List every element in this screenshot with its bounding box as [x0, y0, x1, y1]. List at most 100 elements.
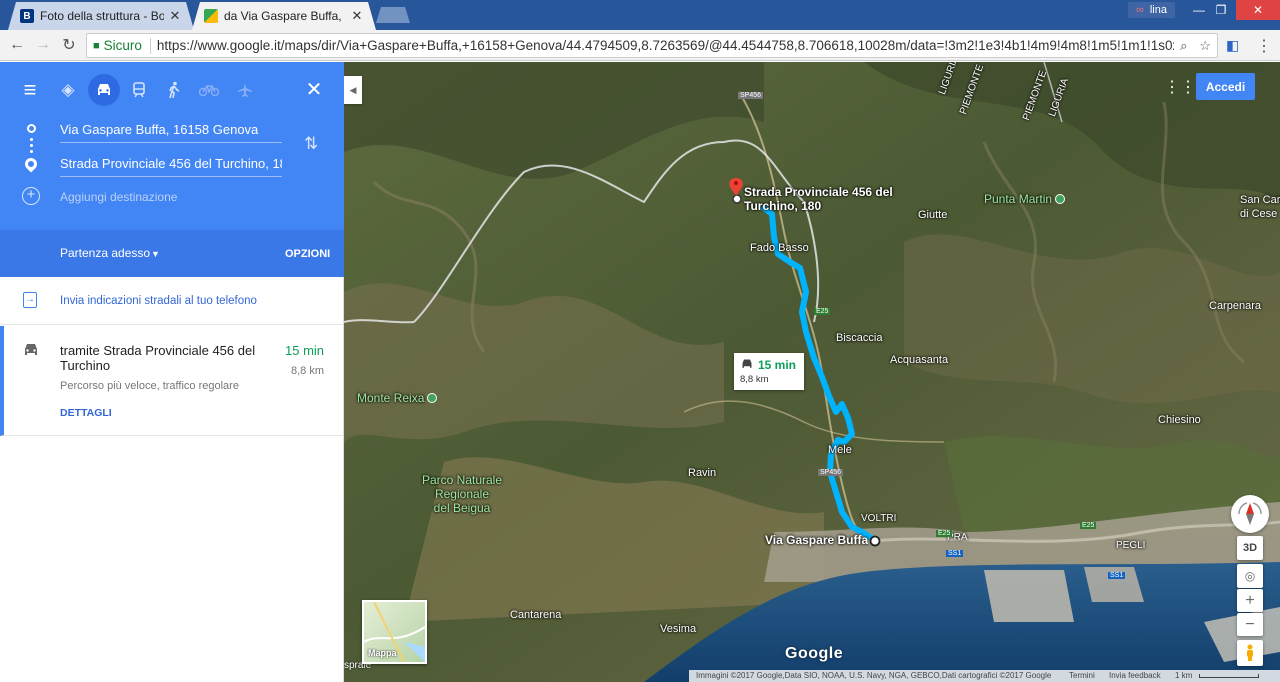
- my-location-icon[interactable]: ◎: [1237, 564, 1263, 588]
- driving-mode-icon[interactable]: [88, 74, 120, 106]
- terms-link[interactable]: Termini: [1069, 671, 1095, 680]
- zoom-in-button[interactable]: +: [1237, 589, 1263, 612]
- destination-input[interactable]: Strada Provinciale 456 del Turchino, 180: [60, 156, 282, 177]
- address-bar[interactable]: ■ Sicuro https://www.google.it/maps/dir/…: [86, 33, 1218, 58]
- reload-icon[interactable]: ↻: [58, 34, 80, 56]
- place-label: Fado Basso: [750, 242, 809, 254]
- origin-input[interactable]: Via Gaspare Buffa, 16158 Genova: [60, 122, 282, 143]
- eta-time: 15 min: [758, 358, 797, 372]
- departure-bar: Partenza adesso ▼ OPZIONI: [0, 230, 344, 277]
- place-label: Acquasanta: [890, 354, 949, 366]
- map-type-label: Mappa: [368, 648, 397, 658]
- place-label: PEGLI: [1116, 540, 1146, 551]
- train-icon: [133, 82, 145, 98]
- road-shield-ss1: SS1: [946, 550, 964, 557]
- transit-mode-icon[interactable]: [125, 76, 153, 104]
- scale-label[interactable]: 1 km: [1175, 671, 1192, 680]
- tab-title: Foto della struttura - Boo: [40, 9, 164, 23]
- plane-icon: [238, 83, 252, 97]
- place-label-parco: del Beigua: [433, 501, 491, 515]
- route-distance: 8,8 km: [291, 365, 325, 377]
- tab-maps[interactable]: da Via Gaspare Buffa, 16 ✕: [192, 2, 376, 30]
- extension-icon[interactable]: ◧: [1226, 37, 1242, 53]
- apps-grid-icon[interactable]: ⋮⋮: [1164, 80, 1196, 96]
- destination-map-label[interactable]: Strada Provinciale 456 del Turchino, 180: [744, 185, 904, 213]
- bookmark-star-icon[interactable]: ☆: [1199, 38, 1211, 54]
- route-duration: 15 min: [285, 343, 325, 358]
- compass-icon[interactable]: [1231, 495, 1269, 533]
- send-to-phone-link[interactable]: Invia indicazioni stradali al tuo telefo…: [60, 295, 257, 307]
- lock-icon: ■: [93, 39, 100, 52]
- place-label: VOLTRI: [861, 513, 897, 524]
- map-type-toggle[interactable]: Mappa: [362, 600, 427, 664]
- back-icon[interactable]: ←: [6, 34, 28, 56]
- car-icon: [22, 342, 40, 363]
- sign-in-button[interactable]: Accedi: [1196, 73, 1255, 100]
- chevron-down-icon[interactable]: ▼: [151, 249, 160, 259]
- road-shield-sp456: SP456: [818, 469, 844, 476]
- connector-dot: [30, 144, 33, 147]
- swap-icon[interactable]: ⇅: [304, 134, 318, 154]
- send-feedback-link[interactable]: Invia feedback: [1109, 671, 1161, 680]
- tab-booking[interactable]: B Foto della struttura - Boo ✕: [8, 2, 194, 30]
- route-via-label: tramite Strada Provinciale 456 del Turch…: [60, 343, 256, 373]
- tab-close-icon[interactable]: ✕: [350, 8, 364, 24]
- browser-toolbar: ← → ↻ ■ Sicuro https://www.google.it/map…: [0, 30, 1280, 61]
- map-footer: Immagini ©2017 Google,Data SIO, NOAA, U.…: [689, 670, 1280, 682]
- directions-header: ≡ ◈ ✕ Via Gaspare Buffa, 16158 Genova St…: [0, 62, 344, 230]
- place-label: Giutte: [918, 209, 948, 221]
- walking-mode-icon[interactable]: [160, 76, 188, 104]
- connector-dot: [30, 138, 33, 141]
- place-label: Carpenara: [1209, 300, 1261, 312]
- pegman-street-view-icon[interactable]: [1237, 640, 1263, 666]
- scale-bar: [1199, 674, 1259, 678]
- connector-dot: [30, 150, 33, 153]
- booking-favicon-icon: B: [20, 9, 34, 23]
- options-button[interactable]: OPZIONI: [285, 248, 330, 260]
- origin-map-label[interactable]: Via Gaspare Buffa: [765, 533, 868, 547]
- place-label: di Cese: [1240, 208, 1278, 220]
- url-text[interactable]: https://www.google.it/maps/dir/Via+Gaspa…: [157, 38, 1174, 53]
- place-label: San Carl: [1240, 194, 1280, 206]
- send-to-phone-row[interactable]: → Invia indicazioni stradali al tuo tele…: [0, 277, 344, 325]
- place-label-parco: Parco Naturale: [421, 473, 503, 487]
- place-label-punta-martin[interactable]: Punta Martin: [984, 192, 1066, 206]
- origin-dot-icon: [27, 124, 36, 133]
- window-close-icon[interactable]: ✕: [1236, 0, 1280, 20]
- zoom-icon[interactable]: ⌕: [1180, 38, 1187, 54]
- hamburger-menu-icon[interactable]: ≡: [16, 76, 44, 104]
- compass-needle-icon: [1238, 502, 1262, 525]
- best-mode-icon[interactable]: ◈: [54, 76, 82, 104]
- route-eta-callout[interactable]: 15 min 8,8 km: [734, 353, 804, 390]
- eta-distance: 8,8 km: [740, 374, 769, 385]
- park-poi-icon: [427, 393, 438, 403]
- park-poi-icon: [1055, 194, 1066, 204]
- add-destination-button[interactable]: Aggiungi destinazione: [60, 190, 177, 204]
- route-option-card[interactable]: tramite Strada Provinciale 456 del Turch…: [0, 326, 344, 436]
- satellite-map[interactable]: ◀ ⋮⋮ Accedi SP456 LIGURIA PIEMONTE PIEMO…: [344, 62, 1280, 682]
- cycling-mode-icon[interactable]: [195, 76, 223, 104]
- collapse-panel-button[interactable]: ◀: [344, 76, 362, 104]
- close-directions-icon[interactable]: ✕: [302, 77, 326, 101]
- directions-panel: ≡ ◈ ✕ Via Gaspare Buffa, 16158 Genova St…: [0, 62, 344, 682]
- zoom-out-button[interactable]: −: [1237, 613, 1263, 636]
- road-shield-e25: E25: [936, 530, 953, 537]
- add-destination-icon[interactable]: +: [22, 187, 40, 205]
- google-maps-favicon-icon: [204, 9, 218, 23]
- maximize-icon[interactable]: ❐: [1208, 0, 1234, 20]
- place-label-monte-reixa[interactable]: Monte Reixa: [357, 391, 438, 405]
- 3d-toggle-button[interactable]: 3D: [1237, 536, 1263, 560]
- new-tab-button[interactable]: [376, 7, 410, 23]
- place-label: Vesima: [660, 623, 697, 635]
- send-to-phone-icon: →: [23, 292, 37, 308]
- depart-time-dropdown[interactable]: Partenza adesso: [60, 246, 150, 260]
- tab-strip: B Foto della struttura - Boo ✕ da Via Ga…: [0, 0, 1280, 30]
- car-icon: [98, 84, 110, 95]
- place-label-parco: Regionale: [434, 487, 490, 501]
- flights-mode-icon[interactable]: [231, 76, 259, 104]
- tab-close-icon[interactable]: ✕: [168, 8, 182, 24]
- chrome-menu-icon[interactable]: ⋮: [1256, 36, 1272, 56]
- profile-chip[interactable]: ∞ lina: [1128, 2, 1175, 18]
- forward-icon[interactable]: →: [32, 34, 54, 56]
- route-details-button[interactable]: DETTAGLI: [60, 407, 112, 419]
